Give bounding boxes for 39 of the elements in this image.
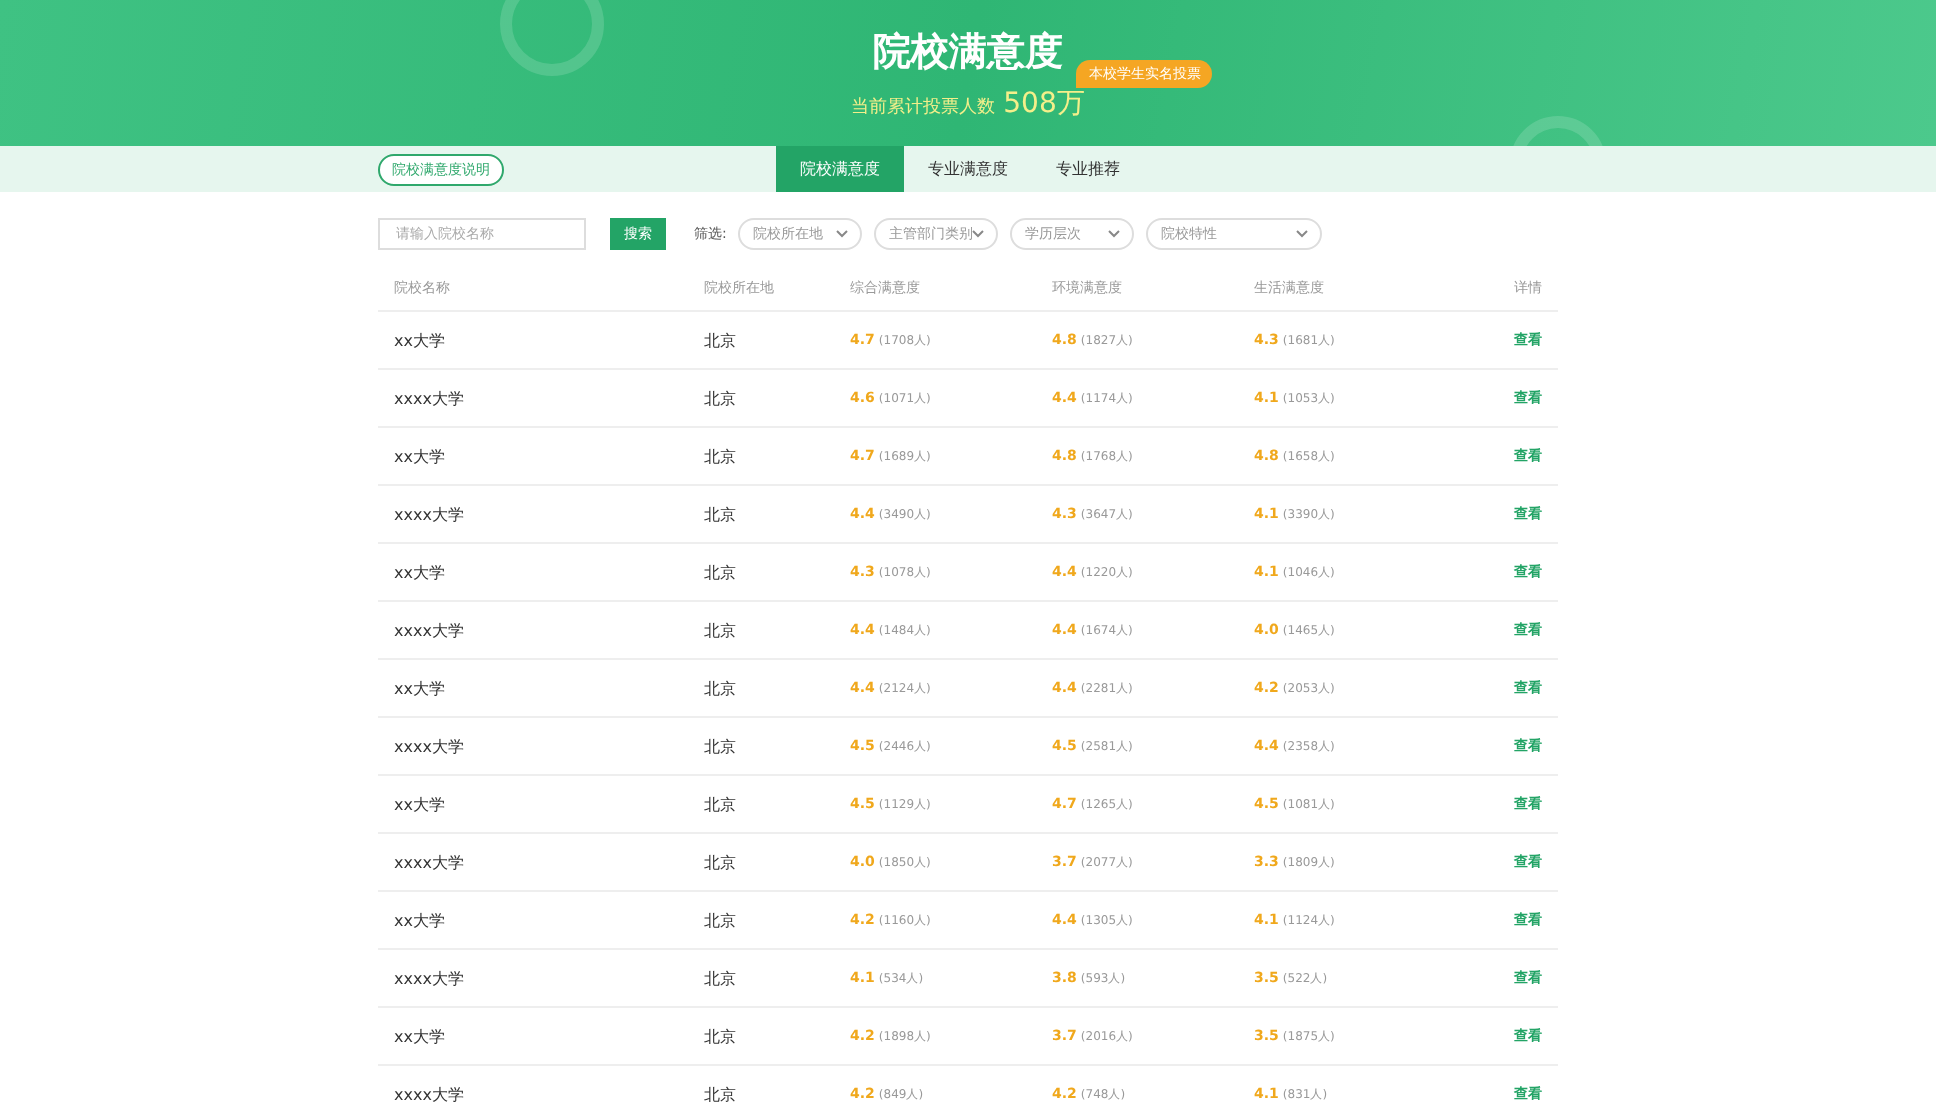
school-name: xx大学: [394, 793, 447, 815]
chevron-down-icon: [836, 230, 849, 238]
ring-decoration: [500, 0, 604, 76]
school-name: xxxx大学: [394, 851, 466, 873]
school-name: xx大学: [394, 561, 447, 583]
school-name: xxxx大学: [394, 735, 466, 757]
school-name: xxxx大学: [394, 967, 466, 989]
school-name: xxxx大学: [394, 619, 466, 641]
vote-count: 508万: [1003, 85, 1085, 121]
school-name: xx大学: [394, 445, 447, 467]
school-name: xx大学: [394, 329, 447, 351]
location-text: 北京: [704, 793, 738, 815]
page-title: 院校满意度: [873, 27, 1063, 77]
location-text: 北京: [704, 677, 738, 699]
location-text: 北京: [704, 387, 738, 409]
tab[interactable]: 院校满意度: [776, 146, 904, 192]
location-text: 北京: [704, 735, 738, 757]
location-text: 北京: [704, 851, 738, 873]
location-text: 北京: [704, 1025, 738, 1047]
location-text: 北京: [704, 503, 738, 525]
tab[interactable]: 专业满意度: [904, 146, 1032, 192]
location-text: 北京: [704, 445, 738, 467]
location-text: 北京: [704, 909, 738, 931]
location-text: 北京: [704, 1083, 738, 1105]
location-text: 北京: [704, 329, 738, 351]
chevron-down-icon: [1296, 230, 1309, 238]
school-name: xxxx大学: [394, 503, 466, 525]
school-name: xx大学: [394, 677, 447, 699]
school-name: xx大学: [394, 909, 447, 931]
chevron-down-icon: [1108, 230, 1121, 238]
vote-label: 当前累计投票人数: [851, 95, 996, 119]
location-text: 北京: [704, 619, 738, 641]
school-name: xxxx大学: [394, 387, 466, 409]
school-name: xx大学: [394, 1025, 447, 1047]
location-text: 北京: [704, 561, 738, 583]
school-name: xxxx大学: [394, 1083, 466, 1105]
location-text: 北京: [704, 967, 738, 989]
tab[interactable]: 专业推荐: [1032, 146, 1144, 192]
chevron-down-icon: [972, 230, 985, 238]
